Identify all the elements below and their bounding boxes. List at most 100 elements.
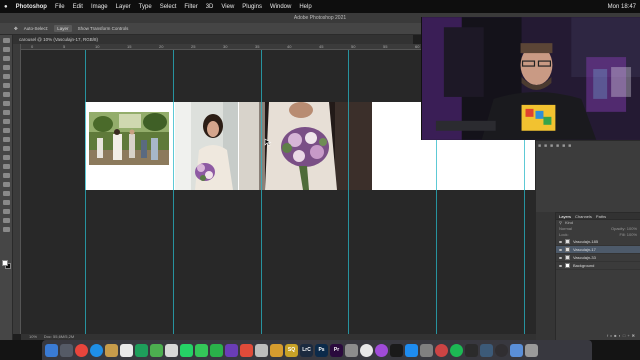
photoshop-icon[interactable]: Ps <box>315 343 328 357</box>
tab-paths[interactable]: Paths <box>596 213 606 219</box>
safari-icon[interactable] <box>90 343 103 357</box>
eraser-tool-icon[interactable] <box>2 137 10 142</box>
photo-bouquet-closeup[interactable] <box>239 102 372 190</box>
stamp-tool-icon[interactable] <box>2 119 10 124</box>
screen-icon[interactable] <box>480 343 493 357</box>
music-icon[interactable] <box>360 343 373 357</box>
eye-icon[interactable] <box>559 240 562 243</box>
menu-plugins[interactable]: Plugins <box>238 4 266 10</box>
brush-tool-icon[interactable] <box>2 110 10 115</box>
tab-layers[interactable]: Layers <box>559 213 571 219</box>
fill-field[interactable]: Fill: 100% <box>619 232 637 238</box>
menu-file[interactable]: File <box>51 4 69 10</box>
frame-tool-icon[interactable] <box>2 83 10 88</box>
menu-3d[interactable]: 3D <box>202 4 218 10</box>
layer-row[interactable]: Vasculajn-33 <box>556 254 640 262</box>
hand-tool-icon[interactable] <box>2 209 10 214</box>
vertical-ruler[interactable] <box>13 44 21 334</box>
document-tab[interactable]: carousel @ 10% (Vasculajn-17, RGB/8) <box>13 35 413 44</box>
menu-edit[interactable]: Edit <box>69 4 87 10</box>
eye-icon[interactable] <box>559 264 562 267</box>
messages-icon[interactable] <box>195 343 208 357</box>
guide-line[interactable] <box>261 50 262 334</box>
gradient-tool-icon[interactable] <box>2 146 10 151</box>
menu-image[interactable]: Image <box>87 4 112 10</box>
guide-line[interactable] <box>85 50 86 334</box>
menu-photoshop[interactable]: Photoshop <box>12 4 51 10</box>
show-transform-checkbox[interactable]: Show Transform Controls <box>78 26 129 31</box>
pen-tool-icon[interactable] <box>2 173 10 178</box>
photos-icon[interactable] <box>165 343 178 357</box>
calendar-icon[interactable] <box>120 343 133 357</box>
blur-tool-icon[interactable] <box>2 155 10 160</box>
eye-icon[interactable] <box>559 248 562 251</box>
history-brush-tool-icon[interactable] <box>2 128 10 133</box>
foreground-color-swatch[interactable] <box>2 260 8 266</box>
layer-select-dropdown[interactable]: Layer <box>54 25 72 32</box>
whatsapp-icon[interactable] <box>180 343 193 357</box>
collapsed-panel-strip[interactable] <box>536 212 555 340</box>
podcasts-icon[interactable] <box>375 343 388 357</box>
app-store-icon[interactable] <box>405 343 418 357</box>
marquee-tool-icon[interactable] <box>2 47 10 52</box>
dodge-tool-icon[interactable] <box>2 164 10 169</box>
tab-channels[interactable]: Channels <box>575 213 592 219</box>
menu-type[interactable]: Type <box>135 4 156 10</box>
app-icon[interactable] <box>270 343 283 357</box>
move-tool-icon[interactable] <box>2 38 10 43</box>
auto-select-checkbox[interactable]: Auto-Select: <box>24 26 49 31</box>
menu-select[interactable]: Select <box>156 4 181 10</box>
maps-icon[interactable] <box>150 343 163 357</box>
menu-help[interactable]: Help <box>295 4 315 10</box>
spotify-icon[interactable] <box>450 343 463 357</box>
photo-bride-bouquet[interactable] <box>175 102 238 190</box>
photo-wedding-group[interactable] <box>89 112 169 165</box>
move-tool-icon[interactable]: ✥ <box>14 26 18 32</box>
sheets-icon[interactable] <box>135 343 148 357</box>
launchpad-icon[interactable] <box>60 343 73 357</box>
premiere-icon[interactable]: Pr <box>330 343 343 357</box>
activity-monitor-icon[interactable] <box>465 343 478 357</box>
downloads-icon[interactable] <box>510 343 523 357</box>
folder-icon[interactable] <box>105 343 118 357</box>
trash-icon[interactable] <box>525 343 538 357</box>
guide-line[interactable] <box>173 50 174 334</box>
menu-filter[interactable]: Filter <box>180 4 201 10</box>
finder-icon[interactable] <box>45 343 58 357</box>
zoom-tool-icon[interactable] <box>2 218 10 223</box>
layer-row-selected[interactable]: Vasculajn-17 <box>556 246 640 254</box>
sq-icon[interactable]: SQ <box>285 343 298 357</box>
lasso-tool-icon[interactable] <box>2 56 10 61</box>
chrome-icon[interactable] <box>75 343 88 357</box>
utility-icon[interactable] <box>345 343 358 357</box>
eye-icon[interactable] <box>559 256 562 259</box>
tv-icon[interactable] <box>390 343 403 357</box>
layer-row[interactable]: Background <box>556 262 640 270</box>
capture-icon[interactable] <box>255 343 268 357</box>
crop-tool-icon[interactable] <box>2 74 10 79</box>
claquette-icon[interactable] <box>240 343 253 357</box>
doc-size-readout[interactable]: Doc: 55,6M/5,2M <box>44 334 74 339</box>
quick-select-tool-icon[interactable] <box>2 65 10 70</box>
apple-menu-icon[interactable]: ● <box>0 4 12 10</box>
lock-label[interactable]: Lock: <box>559 232 569 238</box>
panel-icons[interactable]: ■■■■■■ <box>538 143 574 149</box>
path-select-tool-icon[interactable] <box>2 191 10 196</box>
layer-row[interactable]: Vasculajn-185 <box>556 238 640 246</box>
preferences-icon[interactable] <box>420 343 433 357</box>
guide-line[interactable] <box>348 50 349 334</box>
healing-tool-icon[interactable] <box>2 101 10 106</box>
more-tools-icon[interactable] <box>2 227 10 232</box>
type-tool-icon[interactable] <box>2 182 10 187</box>
menu-view[interactable]: View <box>217 4 238 10</box>
menu-layer[interactable]: Layer <box>112 4 135 10</box>
layer-actions-icons[interactable]: fx■◐□+✖ <box>607 333 637 338</box>
shape-tool-icon[interactable] <box>2 200 10 205</box>
clock[interactable]: Mon 18:47 <box>608 4 636 10</box>
eyedropper-tool-icon[interactable] <box>2 92 10 97</box>
facetime-icon[interactable] <box>210 343 223 357</box>
obs-icon[interactable] <box>495 343 508 357</box>
menu-window[interactable]: Window <box>266 4 295 10</box>
screenshot-icon[interactable] <box>435 343 448 357</box>
lightroom-classic-icon[interactable]: LrC <box>300 343 313 357</box>
